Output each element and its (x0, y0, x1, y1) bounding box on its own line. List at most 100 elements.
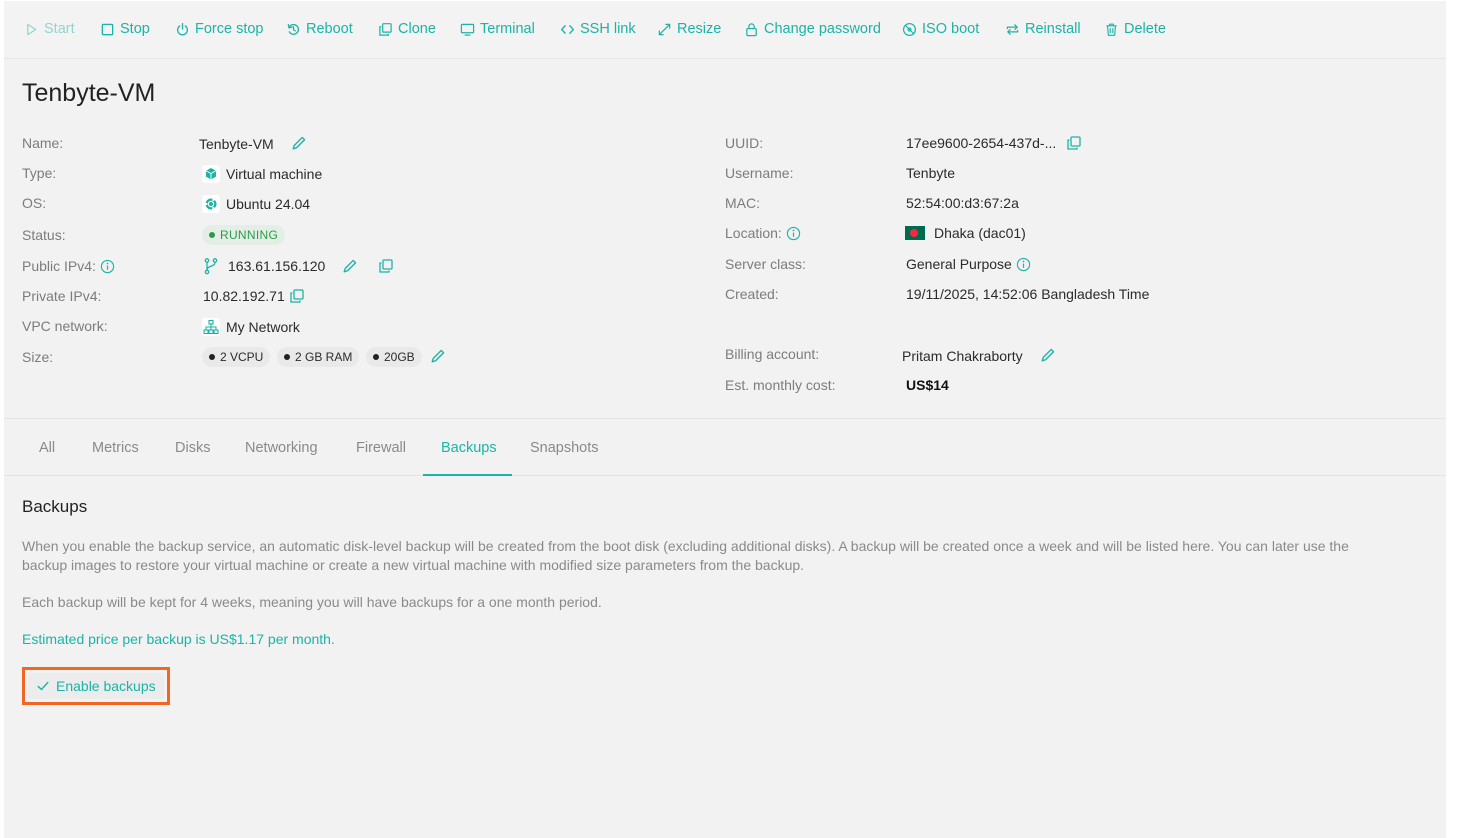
tab-all[interactable]: All (39, 419, 55, 476)
stop-button[interactable]: Stop (100, 19, 150, 39)
uuid-text: 17ee9600-2654-437d-... (906, 135, 1057, 151)
tab-backups[interactable]: Backups (441, 419, 497, 476)
name-value: Tenbyte-VM (199, 135, 307, 152)
os-value: Ubuntu 24.04 (202, 195, 310, 213)
pencil-icon[interactable] (1039, 347, 1056, 364)
private-ipv4-text: 10.82.192.71 (203, 288, 285, 304)
size-label: Size: (22, 349, 54, 365)
backups-price-note: Estimated price per backup is US$1.17 pe… (22, 631, 335, 647)
mac-label: MAC: (725, 195, 760, 211)
force-stop-label: Force stop (195, 21, 264, 37)
clone-button[interactable]: Clone (378, 19, 436, 39)
status-badge: RUNNING (202, 225, 286, 245)
stop-icon (100, 22, 115, 37)
play-icon (24, 22, 39, 37)
info-icon[interactable] (786, 226, 801, 241)
private-ipv4-label: Private IPv4: (22, 288, 102, 304)
backups-section-title: Backups (22, 497, 88, 516)
enable-backups-highlight: Enable backups (22, 667, 170, 705)
pencil-icon[interactable] (290, 135, 307, 152)
ssh-link-label: SSH link (580, 21, 636, 37)
clone-label: Clone (398, 21, 436, 37)
trash-icon (1104, 22, 1119, 37)
ubuntu-icon (202, 195, 220, 213)
size-chip-disk: 20GB (366, 347, 422, 367)
created-value: 19/11/2025, 14:52:06 Bangladesh Time (906, 286, 1150, 302)
billing-account-value: Pritam Chakraborty (902, 347, 1056, 364)
chip-text: 20GB (384, 350, 415, 364)
created-label: Created: (725, 286, 779, 302)
copy-icon[interactable] (378, 258, 394, 274)
username-label: Username: (725, 165, 794, 181)
pencil-icon[interactable] (341, 258, 358, 275)
tab-bar: All Metrics Disks Networking Firewall Ba… (4, 419, 1446, 476)
public-ipv4-value: 163.61.156.120 (202, 257, 394, 275)
action-toolbar: Start Stop Force stop Reboot Clone Termi… (4, 1, 1446, 59)
force-stop-button[interactable]: Force stop (175, 19, 264, 39)
billing-account-label: Billing account: (725, 346, 820, 362)
tab-snapshots[interactable]: Snapshots (530, 419, 599, 476)
tab-firewall[interactable]: Firewall (356, 419, 406, 476)
delete-button[interactable]: Delete (1104, 19, 1166, 39)
backups-retention-note: Each backup will be kept for 4 weeks, me… (22, 594, 602, 610)
location-label: Location: (725, 225, 801, 241)
resize-button[interactable]: Resize (657, 19, 721, 39)
iso-boot-button[interactable]: ISO boot (902, 19, 979, 39)
change-password-button[interactable]: Change password (744, 19, 881, 39)
virtual-machine-icon (202, 165, 220, 183)
ssh-link-button[interactable]: SSH link (560, 19, 636, 39)
resize-icon (657, 22, 672, 37)
backups-description-line-1: When you enable the backup service, an a… (22, 538, 1349, 554)
start-button[interactable]: Start (24, 19, 75, 39)
enable-backups-button[interactable]: Enable backups (28, 673, 164, 699)
mac-value: 52:54:00:d3:67:2a (906, 195, 1019, 211)
network-icon (202, 318, 220, 336)
copy-icon[interactable] (1066, 135, 1082, 151)
backups-description-line-2: backup images to restore your virtual ma… (22, 557, 805, 573)
reinstall-button[interactable]: Reinstall (1005, 19, 1081, 39)
reboot-label: Reboot (306, 21, 353, 37)
chip-dot (373, 354, 379, 360)
os-label: OS: (22, 195, 47, 211)
name-text: Tenbyte-VM (199, 135, 274, 152)
server-class-value: General Purpose (906, 256, 1031, 272)
monitor-icon (460, 22, 475, 37)
tab-metrics[interactable]: Metrics (92, 419, 139, 476)
chip-dot (284, 354, 290, 360)
public-ipv4-label-text: Public IPv4: (22, 258, 96, 274)
vpc-network-label: VPC network: (22, 318, 108, 334)
location-text: Dhaka (dac01) (934, 225, 1026, 241)
monthly-cost-value: US$14 (906, 377, 949, 393)
public-ipv4-label: Public IPv4: (22, 258, 115, 274)
size-chip-ram: 2 GB RAM (277, 347, 360, 367)
info-icon[interactable] (100, 259, 115, 274)
type-text: Virtual machine (226, 166, 323, 182)
reboot-icon (286, 22, 301, 37)
status-label: Status: (22, 227, 66, 243)
lock-icon (744, 22, 759, 37)
bangladesh-flag-icon (905, 226, 925, 240)
server-class-text: General Purpose (906, 256, 1012, 272)
pencil-icon[interactable] (429, 348, 446, 365)
size-chip-vcpu: 2 VCPU (202, 347, 271, 367)
uuid-value: 17ee9600-2654-437d-... (906, 135, 1082, 151)
status-dot (209, 232, 215, 238)
location-label-text: Location: (725, 225, 782, 241)
vpc-network-value: My Network (202, 318, 300, 336)
page-title: Tenbyte-VM (22, 79, 156, 107)
power-icon (175, 22, 190, 37)
disc-icon (902, 22, 917, 37)
chip-text: 2 GB RAM (295, 350, 353, 364)
vpc-network-text: My Network (226, 319, 300, 335)
change-password-label: Change password (764, 21, 881, 37)
chip-dot (209, 354, 215, 360)
info-icon[interactable] (1016, 257, 1031, 272)
tab-disks[interactable]: Disks (175, 419, 210, 476)
reboot-button[interactable]: Reboot (286, 19, 353, 39)
stop-label: Stop (120, 21, 150, 37)
public-ipv4-text: 163.61.156.120 (228, 258, 326, 274)
terminal-button[interactable]: Terminal (460, 19, 535, 39)
copy-icon[interactable] (289, 288, 305, 304)
reinstall-label: Reinstall (1025, 21, 1081, 37)
tab-networking[interactable]: Networking (245, 419, 318, 476)
